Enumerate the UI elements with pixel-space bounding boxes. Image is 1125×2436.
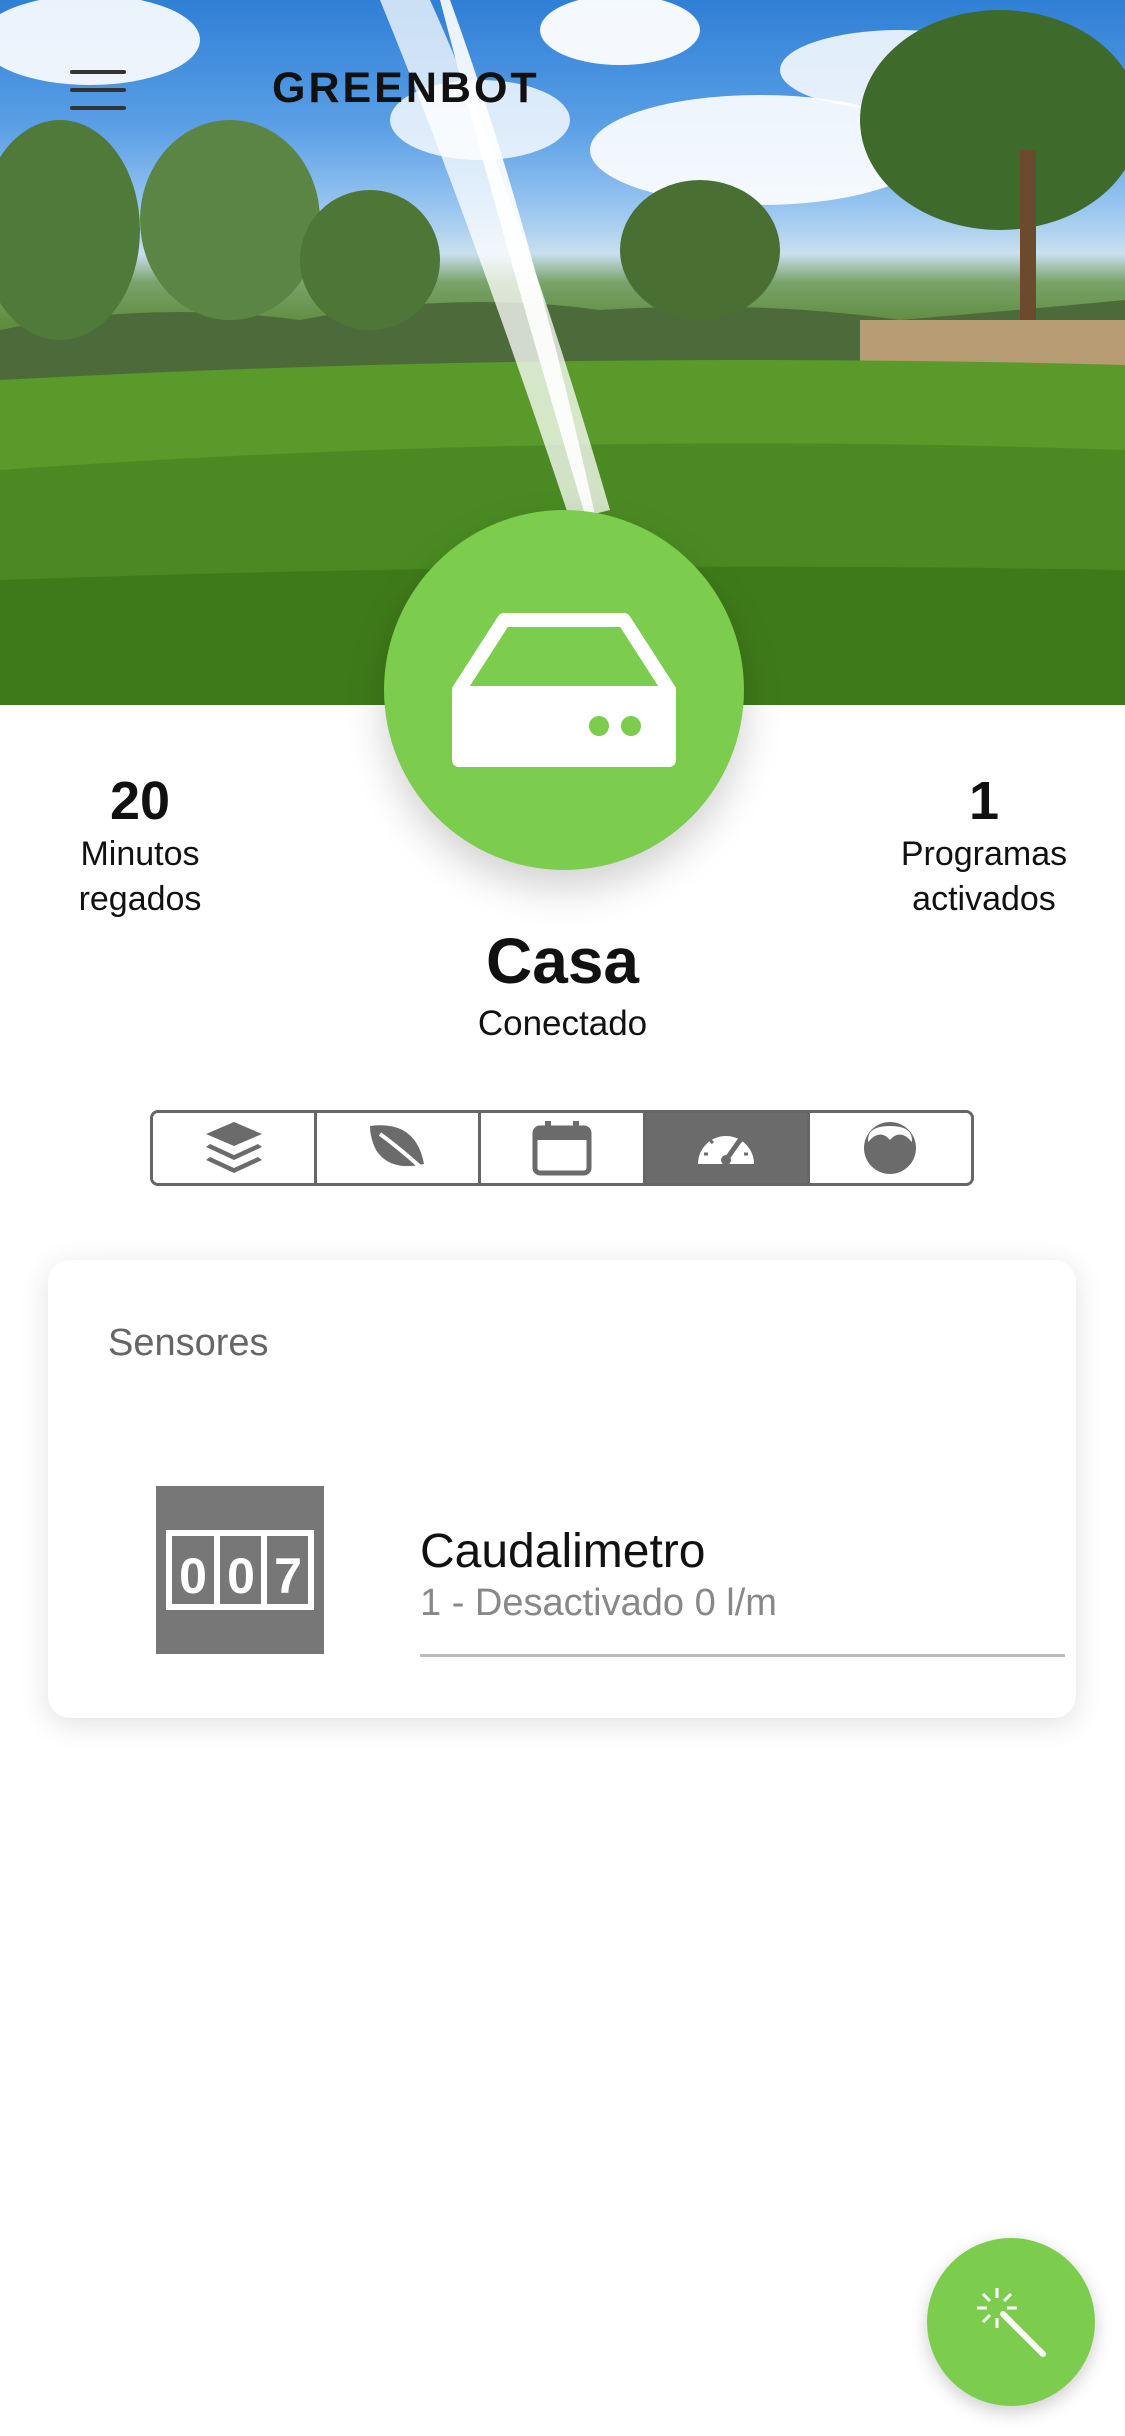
stat-minutes-watered: 20 Minutos regados xyxy=(20,770,260,922)
counter-digit: 7 xyxy=(274,1548,302,1604)
calendar-icon xyxy=(532,1121,592,1176)
device-status: Conectado xyxy=(477,1004,648,1043)
divider xyxy=(420,1654,1065,1657)
stat-value: 20 xyxy=(109,771,171,831)
stat-label-line2: regados xyxy=(78,880,202,918)
stat-active-programs: 1 Programas activados xyxy=(864,770,1104,922)
section-tabs xyxy=(150,1110,974,1186)
stat-label-line1: Minutos xyxy=(80,835,200,873)
device-avatar xyxy=(384,510,744,870)
magic-wand-icon xyxy=(977,2288,1046,2357)
tab-calendar[interactable] xyxy=(481,1113,646,1183)
device-name: Casa xyxy=(486,925,639,997)
stat-value: 1 xyxy=(968,771,1000,831)
controller-box-icon xyxy=(452,613,676,767)
stat-label-line2: activados xyxy=(912,880,1056,918)
layers-icon xyxy=(205,1122,262,1173)
tab-zones[interactable] xyxy=(153,1113,318,1183)
sensor-detail: 1 - Desactivado 0 l/m xyxy=(420,1582,777,1624)
speedometer-icon xyxy=(698,1132,755,1165)
sensor-name: Caudalimetro xyxy=(420,1525,706,1578)
magic-wand-button[interactable] xyxy=(927,2238,1095,2406)
tab-gauge[interactable] xyxy=(809,1113,971,1183)
sensors-card: Sensores 0 0 7 Caudalimetro 1 - Desactiv… xyxy=(48,1260,1076,1718)
gauge-half-icon xyxy=(864,1122,917,1174)
counter-digit: 0 xyxy=(227,1548,255,1604)
hamburger-menu-icon[interactable] xyxy=(70,70,126,110)
counter-digit: 0 xyxy=(179,1548,207,1604)
flow-meter-counter-icon: 0 0 7 xyxy=(156,1486,324,1654)
card-title: Sensores xyxy=(108,1322,269,1364)
list-item[interactable]: 0 0 7 Caudalimetro 1 - Desactivado 0 l/m xyxy=(156,1486,1065,1657)
app-title: GREENBOT xyxy=(272,64,540,112)
tab-plants[interactable] xyxy=(317,1113,482,1183)
tab-sensors[interactable] xyxy=(645,1113,810,1183)
leaf-icon xyxy=(369,1125,430,1176)
stat-label-line1: Programas xyxy=(900,835,1068,873)
